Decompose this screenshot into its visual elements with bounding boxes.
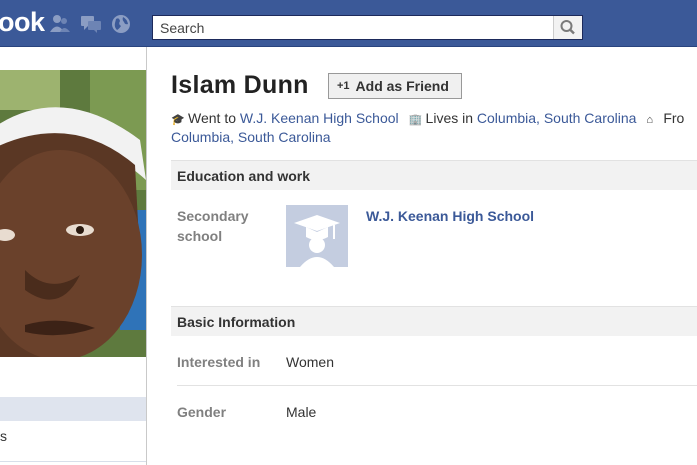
friend-requests-icon[interactable]: [49, 13, 71, 35]
add-friend-label: Add as Friend: [355, 78, 449, 94]
gender-label: Gender: [177, 404, 227, 420]
left-nav-item-label[interactable]: s: [0, 428, 7, 444]
profile-intro-line: 🎓 Went to W.J. Keenan High School 🏢 Lives …: [171, 109, 697, 130]
secondary-school-label: Secondary school: [177, 208, 249, 244]
went-to-prefix: Went to: [188, 110, 236, 126]
interested-in-label: Interested in: [177, 354, 261, 370]
search-button[interactable]: [553, 16, 582, 39]
messages-icon[interactable]: [80, 13, 102, 35]
search-icon: [560, 20, 575, 35]
gender-value: Male: [286, 404, 317, 420]
education-section-header: Education and work: [171, 160, 697, 190]
graduation-cap-icon: [286, 205, 348, 267]
basic-info-section-header: Basic Information: [171, 306, 697, 336]
notifications-globe-icon[interactable]: [110, 13, 132, 35]
left-column: s: [0, 47, 146, 465]
school-name-link[interactable]: W.J. Keenan High School: [366, 208, 534, 224]
profile-picture[interactable]: [0, 70, 146, 357]
search-input[interactable]: [153, 16, 560, 39]
top-bar: ook: [0, 0, 697, 47]
profile-main: Islam Dunn +1 Add as Friend 🎓 Went to W.J…: [147, 47, 697, 465]
interested-in-value: Women: [286, 354, 334, 370]
row-divider: [177, 385, 697, 386]
add-friend-icon: +1: [337, 80, 350, 92]
building-icon: 🏢: [408, 114, 423, 126]
intro-from-link[interactable]: Columbia, South Carolina: [171, 128, 331, 147]
left-nav-selected-item[interactable]: [0, 397, 146, 421]
facebook-logo[interactable]: ook: [0, 7, 45, 38]
from-prefix: Fro: [663, 110, 685, 126]
lives-in-prefix: Lives in: [425, 110, 474, 126]
left-nav-divider: [0, 461, 146, 462]
home-icon: ⌂: [646, 114, 653, 126]
intro-lives-in-link[interactable]: Columbia, South Carolina: [477, 110, 637, 126]
add-friend-button[interactable]: +1 Add as Friend: [328, 73, 462, 99]
school-placeholder-image[interactable]: [286, 205, 348, 267]
intro-school-link[interactable]: W.J. Keenan High School: [240, 110, 399, 126]
search-box[interactable]: [152, 15, 583, 40]
profile-name: Islam Dunn: [171, 71, 309, 99]
